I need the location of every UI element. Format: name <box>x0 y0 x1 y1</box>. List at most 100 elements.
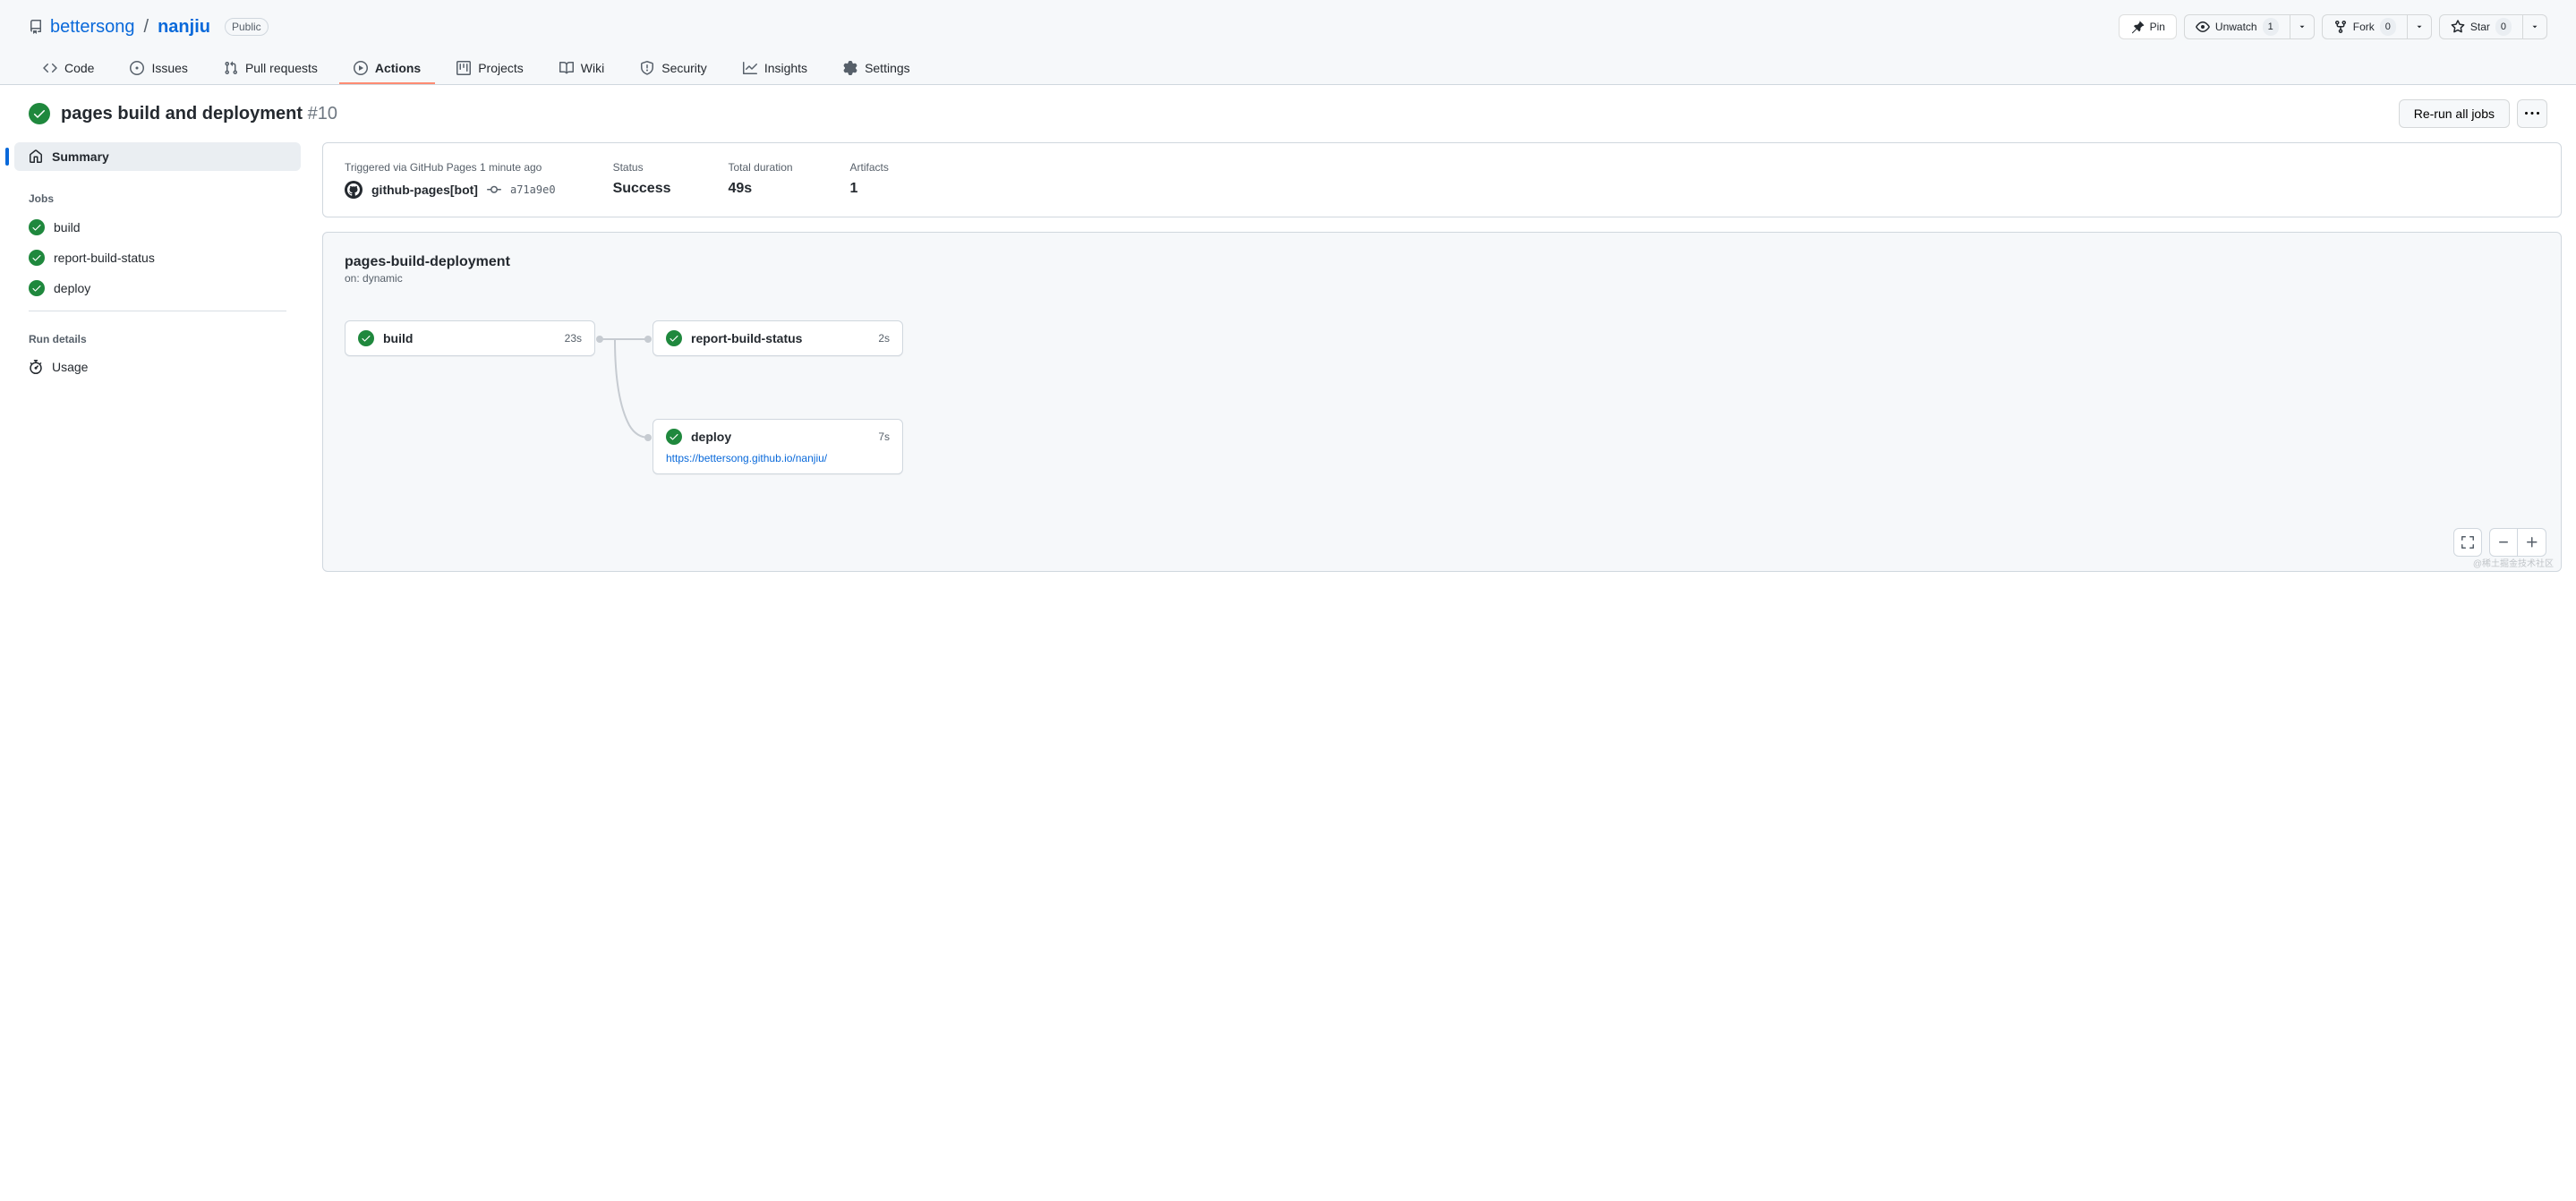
watch-dropdown[interactable] <box>2290 14 2315 39</box>
pin-button[interactable]: Pin <box>2119 14 2177 39</box>
wiki-icon <box>559 61 574 75</box>
workflow-graph: pages-build-deployment on: dynamic build… <box>322 232 2562 572</box>
code-icon <box>43 61 57 75</box>
unwatch-button[interactable]: Unwatch 1 <box>2184 14 2290 39</box>
tab-label: Insights <box>764 61 807 75</box>
connector-dot <box>644 434 652 441</box>
connector <box>602 336 653 443</box>
job-node-deploy[interactable]: deploy 7s https://bettersong.github.io/n… <box>653 419 903 474</box>
tab-label: Settings <box>865 61 910 75</box>
tab-wiki[interactable]: Wiki <box>545 54 618 84</box>
watch-button-group: Unwatch 1 <box>2184 14 2315 39</box>
tab-pulls[interactable]: Pull requests <box>209 54 332 84</box>
actions-icon <box>354 61 368 75</box>
workflow-title: pages build and deployment #10 <box>61 104 337 124</box>
success-icon <box>29 280 45 296</box>
repo-header: bettersong / nanjiu Public Pin Unwatch 1 <box>0 0 2576 85</box>
success-icon <box>666 330 682 346</box>
tab-issues[interactable]: Issues <box>115 54 201 84</box>
plus-icon <box>2525 535 2539 549</box>
tab-label: Wiki <box>581 61 604 75</box>
actor-name[interactable]: github-pages[bot] <box>371 183 478 197</box>
job-label: report-build-status <box>54 251 155 265</box>
star-count: 0 <box>2495 18 2512 36</box>
fork-button[interactable]: Fork 0 <box>2322 14 2408 39</box>
unwatch-label: Unwatch <box>2215 18 2257 36</box>
repo-owner-link[interactable]: bettersong <box>50 17 135 38</box>
workflow-name: pages build and deployment <box>61 104 303 124</box>
sidebar-job-deploy[interactable]: deploy <box>14 273 301 303</box>
job-time: 7s <box>878 430 890 443</box>
caret-down-icon <box>2530 22 2539 31</box>
deploy-url[interactable]: https://bettersong.github.io/nanjiu/ <box>666 452 890 464</box>
connector-dot <box>644 336 652 343</box>
zoom-in-button[interactable] <box>2518 528 2546 557</box>
status-label: Status <box>613 161 671 174</box>
sidebar-job-report[interactable]: report-build-status <box>14 243 301 273</box>
duration-value: 49s <box>729 181 793 197</box>
minus-icon <box>2496 535 2511 549</box>
main-layout: Summary Jobs build report-build-status d… <box>0 142 2576 593</box>
shield-icon <box>640 61 654 75</box>
repo-name-link[interactable]: nanjiu <box>158 17 210 38</box>
job-label: deploy <box>54 281 90 295</box>
pin-label: Pin <box>2150 18 2165 36</box>
job-label: build <box>54 220 81 234</box>
caret-down-icon <box>2415 22 2424 31</box>
repo-title-row: bettersong / nanjiu Public Pin Unwatch 1 <box>29 14 2547 39</box>
workflow-menu-button[interactable] <box>2517 99 2547 128</box>
fork-dropdown[interactable] <box>2408 14 2432 39</box>
pr-icon <box>224 61 238 75</box>
fork-button-group: Fork 0 <box>2322 14 2432 39</box>
success-icon <box>358 330 374 346</box>
fullscreen-icon <box>2461 535 2475 549</box>
eye-icon <box>2196 20 2210 34</box>
tab-insights[interactable]: Insights <box>729 54 822 84</box>
kebab-icon <box>2525 106 2539 121</box>
tab-label: Projects <box>478 61 524 75</box>
graph-canvas[interactable]: build 23s report-build-status 2s <box>345 320 2539 535</box>
job-name: deploy <box>691 430 869 444</box>
zoom-out-button[interactable] <box>2489 528 2518 557</box>
tab-label: Actions <box>375 61 421 75</box>
job-time: 2s <box>878 332 890 345</box>
fullscreen-button[interactable] <box>2453 528 2482 557</box>
commit-icon <box>487 183 501 197</box>
tab-security[interactable]: Security <box>626 54 721 84</box>
artifacts-col: Artifacts 1 <box>850 161 889 199</box>
graph-subtitle: on: dynamic <box>345 272 2539 285</box>
run-summary: Triggered via GitHub Pages 1 minute ago … <box>322 142 2562 217</box>
gear-icon <box>843 61 857 75</box>
tab-projects[interactable]: Projects <box>442 54 538 84</box>
repo-title: bettersong / nanjiu Public <box>29 17 269 38</box>
star-dropdown[interactable] <box>2523 14 2547 39</box>
sidebar-job-build[interactable]: build <box>14 212 301 243</box>
trigger-actor-row: github-pages[bot] a71a9e0 <box>345 181 556 199</box>
fork-icon <box>2333 20 2348 34</box>
sidebar-usage[interactable]: Usage <box>14 353 301 381</box>
job-node-build[interactable]: build 23s <box>345 320 595 356</box>
rerun-all-button[interactable]: Re-run all jobs <box>2399 99 2510 128</box>
repo-tabs: Code Issues Pull requests Actions Projec… <box>29 54 2547 84</box>
tab-settings[interactable]: Settings <box>829 54 925 84</box>
slash-separator: / <box>144 17 149 38</box>
stopwatch-icon <box>29 360 43 374</box>
graph-icon <box>743 61 757 75</box>
artifacts-value[interactable]: 1 <box>850 181 889 197</box>
job-node-report[interactable]: report-build-status 2s <box>653 320 903 356</box>
trigger-info: Triggered via GitHub Pages 1 minute ago … <box>345 161 556 199</box>
star-icon <box>2451 20 2465 34</box>
status-col: Status Success <box>613 161 671 199</box>
status-value: Success <box>613 181 671 197</box>
artifacts-label: Artifacts <box>850 161 889 174</box>
issues-icon <box>130 61 144 75</box>
tab-code[interactable]: Code <box>29 54 108 84</box>
success-icon <box>666 429 682 445</box>
tab-actions[interactable]: Actions <box>339 54 435 84</box>
star-button[interactable]: Star 0 <box>2439 14 2523 39</box>
fork-count: 0 <box>2380 18 2396 36</box>
tab-label: Issues <box>151 61 187 75</box>
github-logo-icon <box>345 181 363 199</box>
commit-hash[interactable]: a71a9e0 <box>510 183 556 196</box>
sidebar-summary[interactable]: Summary <box>14 142 301 171</box>
